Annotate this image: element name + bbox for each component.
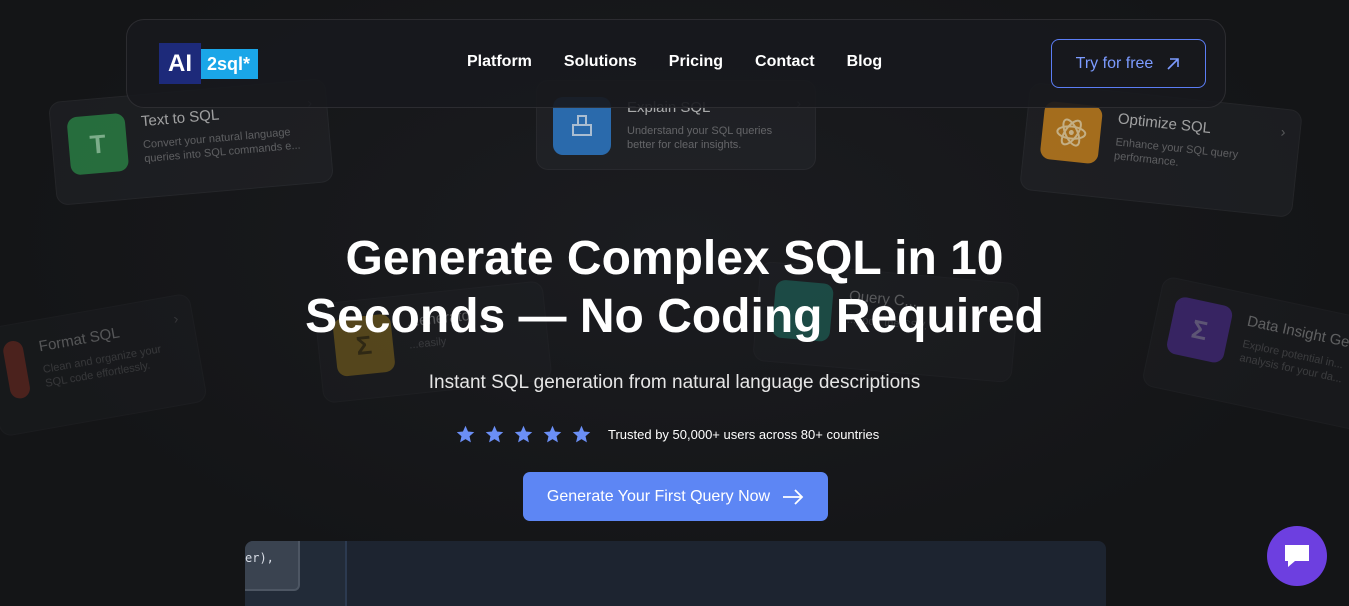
nav-link-blog[interactable]: Blog <box>847 53 883 71</box>
generate-first-query-button[interactable]: Generate Your First Query Now <box>523 472 828 521</box>
chat-bubble-icon <box>1285 545 1309 567</box>
editor-divider <box>345 541 347 606</box>
arrow-up-right-icon <box>1167 57 1180 70</box>
star-icon <box>543 425 562 443</box>
hero-title-line2: Seconds — No Coding Required <box>305 290 1044 343</box>
top-navbar: AI 2sql* Platform Solutions Pricing Cont… <box>126 19 1226 108</box>
atom-icon <box>1039 100 1104 165</box>
logo[interactable]: AI 2sql* <box>159 43 259 84</box>
star-icon <box>514 425 533 443</box>
try-for-free-button[interactable]: Try for free <box>1051 39 1206 88</box>
star-icon <box>485 425 504 443</box>
trust-text: Trusted by 50,000+ users across 80+ coun… <box>608 427 880 442</box>
hero-subtitle: Instant SQL generation from natural lang… <box>428 372 921 393</box>
feature-card-desc: Convert your natural language queries in… <box>142 126 301 166</box>
nav-link-solutions[interactable]: Solutions <box>564 53 637 71</box>
chevron-right-icon: › <box>1280 123 1287 140</box>
editor-panel <box>245 541 300 591</box>
hero-title: Generate Complex SQL in 10 Seconds — No … <box>0 230 1349 346</box>
nav-link-platform[interactable]: Platform <box>467 53 532 71</box>
logo-2sql: 2sql* <box>201 49 259 79</box>
editor-code-snippet: er), <box>245 551 274 565</box>
nav-link-contact[interactable]: Contact <box>755 53 815 71</box>
rating-stars <box>455 424 592 445</box>
logo-ai: AI <box>159 43 201 84</box>
text-icon: T <box>66 112 130 176</box>
chat-widget-button[interactable] <box>1267 526 1327 586</box>
trust-row: Trusted by 50,000+ users across 80+ coun… <box>455 424 879 445</box>
sql-editor-preview: er), <box>245 541 1106 606</box>
cta-label: Generate Your First Query Now <box>546 487 771 505</box>
star-icon <box>456 425 475 443</box>
star-icon <box>572 425 591 443</box>
feature-card-desc: Enhance your SQL query performance. <box>1113 136 1239 169</box>
try-for-free-label: Try for free <box>1075 54 1154 72</box>
feature-card-desc: Understand your SQL queries better for c… <box>627 125 773 151</box>
arrow-right-icon <box>783 488 804 505</box>
nav-menu: Platform Solutions Pricing Contact Blog <box>467 53 882 71</box>
nav-link-pricing[interactable]: Pricing <box>669 53 723 71</box>
page: T Text to SQL Convert your natural langu… <box>0 0 1349 606</box>
hero-title-line1: Generate Complex SQL in 10 <box>345 232 1004 285</box>
